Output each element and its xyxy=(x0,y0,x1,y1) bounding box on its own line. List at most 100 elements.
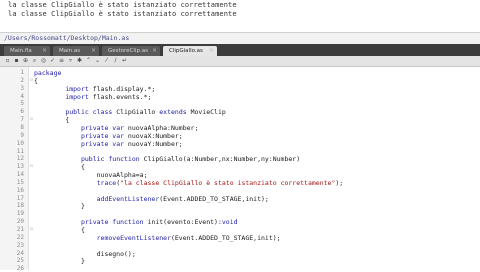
wrap-icon[interactable]: ↵ xyxy=(121,57,128,64)
code-token: { xyxy=(34,163,85,172)
code-line: import flash.events.*; xyxy=(34,93,151,101)
target-icon[interactable]: ◎ xyxy=(40,57,47,64)
code-token: import xyxy=(65,84,89,93)
save-icon[interactable]: ⊕ xyxy=(22,57,29,64)
code-token: extends xyxy=(159,108,187,117)
code-line: disegno(); xyxy=(34,250,136,258)
line-number: 25 xyxy=(16,257,24,265)
tab-gestoreclip-as[interactable]: GestoreClip.as × xyxy=(102,46,160,56)
close-icon[interactable]: × xyxy=(209,47,214,54)
line-number: 7 xyxy=(20,116,24,124)
line-number: 6 xyxy=(20,108,24,116)
line-number: 14 xyxy=(16,171,24,179)
tab-main-as[interactable]: Main.as × xyxy=(53,46,99,56)
code-line: { xyxy=(34,163,85,171)
line-number: 1 xyxy=(20,69,24,76)
code-token: public class xyxy=(65,108,113,117)
line-number: 16 xyxy=(16,186,24,194)
line-number: 19 xyxy=(16,210,24,218)
code-token: disegno(); xyxy=(34,249,136,258)
code-token: import xyxy=(65,92,89,101)
code-token: MovieClip xyxy=(186,108,226,117)
fold-toggle-icon[interactable]: ▫ xyxy=(30,116,33,122)
line-number: 8 xyxy=(20,123,24,131)
line-number: 26 xyxy=(16,265,24,272)
code-token: package xyxy=(34,69,62,77)
code-token: ); xyxy=(335,178,344,187)
code-token: nuovaAlpha:Number; xyxy=(124,123,199,132)
code-token: nuovaX:Number; xyxy=(124,131,183,140)
code-token: init(evento:Event): xyxy=(143,218,222,227)
line-number: 9 xyxy=(20,131,24,139)
line-number: 10 xyxy=(16,139,24,147)
fold-toggle-icon[interactable]: ▫ xyxy=(30,226,33,232)
line-number: 11 xyxy=(16,147,24,155)
tab-clipgiallo-as[interactable]: ClipGiallo.as × xyxy=(163,46,217,56)
code-line: public class ClipGiallo extends MovieCli… xyxy=(34,108,226,117)
code-token: flash.display.*; xyxy=(88,84,156,93)
code-token: private var xyxy=(80,123,125,132)
expand-icon[interactable]: ⌄ xyxy=(94,57,101,64)
line-number: 4 xyxy=(20,92,24,100)
auto-format-icon[interactable]: ≡ xyxy=(58,57,65,64)
code-token: private var xyxy=(80,139,125,148)
code-line: addEventListener(Event.ADDED_TO_STAGE,in… xyxy=(34,195,269,203)
code-token: } xyxy=(34,257,85,266)
tab-label: Main.as xyxy=(59,48,81,54)
code-token: ClipGiallo(a:Number,nx:Number,ny:Number) xyxy=(139,155,301,164)
code-token: trace xyxy=(96,178,117,187)
code-token: } xyxy=(34,202,85,211)
code-line: trace("la classe ClipGiallo è stato ista… xyxy=(34,178,344,187)
fold-toggle-icon[interactable]: ▫ xyxy=(30,163,33,169)
open-icon[interactable]: ▪ xyxy=(13,57,20,64)
line-number: 12 xyxy=(16,155,24,163)
output-line: la classe ClipGiallo è stato istanziato … xyxy=(8,10,237,18)
code-line: private var nuovaAlpha:Number; xyxy=(34,124,198,132)
new-file-icon[interactable]: ▫ xyxy=(4,57,11,64)
editor-toolbar: ▫ ▪ ⊕ ⌕ ◎ ✓ ≡ ▿ ✱ ⌃ ⌄ ⁄ ∕ ↵ xyxy=(0,56,480,67)
line-number: 13 xyxy=(16,163,24,171)
output-panel: la classe ClipGiallo è stato istanziato … xyxy=(0,0,480,30)
code-hint-icon[interactable]: ▿ xyxy=(67,57,74,64)
code-token: void xyxy=(221,218,238,227)
line-number-gutter: 1 2 3 4 5 6 7 8 9 10 11 12 13 14 15 16 17 18 19 20 21 22 23 24 2… xyxy=(0,67,29,272)
file-path: /Users/Rossomatt/Desktop/Main.as xyxy=(4,34,130,42)
close-icon[interactable]: × xyxy=(152,47,157,54)
code-token: removeEventListener xyxy=(96,233,171,242)
debug-icon[interactable]: ✱ xyxy=(76,57,83,64)
line-number: 23 xyxy=(16,241,24,249)
close-icon[interactable]: × xyxy=(91,47,96,54)
close-icon[interactable]: × xyxy=(42,47,47,54)
uncomment-icon[interactable]: ∕ xyxy=(112,57,119,64)
tab-main-fla[interactable]: Main.fla × xyxy=(4,46,50,56)
code-line: nuovaAlpha=a; xyxy=(34,171,148,179)
code-token: (Event.ADDED_TO_STAGE,init); xyxy=(159,194,269,203)
code-line: import flash.display.*; xyxy=(34,85,155,93)
code-line: { xyxy=(34,226,85,234)
code-token: nuovaAlpha=a; xyxy=(34,171,148,180)
line-number: 15 xyxy=(16,178,24,186)
find-icon[interactable]: ⌕ xyxy=(31,57,38,64)
code-editor[interactable]: 1 2 3 4 5 6 7 8 9 10 11 12 13 14 15 16 17 18 19 20 21 22 23 24 2… xyxy=(0,67,480,272)
line-number: 20 xyxy=(16,218,24,226)
code-line: private var nuovaY:Number; xyxy=(34,140,183,148)
code-line: public function ClipGiallo(a:Number,nx:N… xyxy=(34,155,300,163)
document-tab-bar: Main.fla × Main.as × GestoreClip.as × Cl… xyxy=(0,44,480,56)
line-number: 22 xyxy=(16,233,24,241)
code-line: } xyxy=(34,202,85,210)
check-syntax-icon[interactable]: ✓ xyxy=(49,57,56,64)
output-line: la classe ClipGiallo è stato istanziato … xyxy=(8,1,237,9)
code-token: (Event.ADDED_TO_STAGE,init); xyxy=(170,233,281,242)
collapse-icon[interactable]: ⌃ xyxy=(85,57,92,64)
code-token: private function xyxy=(80,218,144,227)
fold-toggle-icon[interactable]: ▫ xyxy=(30,77,33,83)
comment-icon[interactable]: ⁄ xyxy=(103,57,110,64)
